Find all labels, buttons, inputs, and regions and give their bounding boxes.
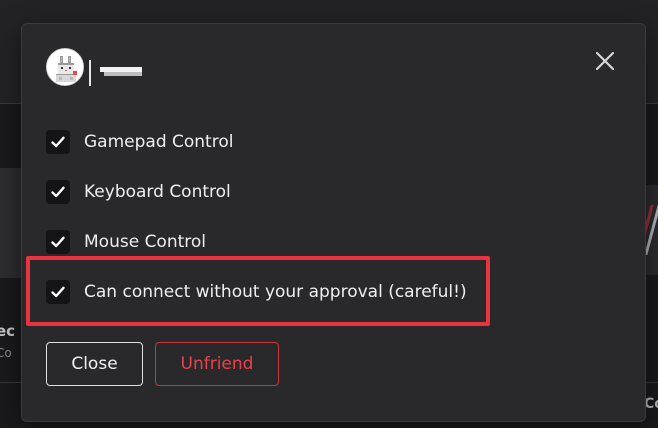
mouse-control-checkbox[interactable] bbox=[46, 230, 70, 254]
close-icon[interactable] bbox=[594, 50, 616, 72]
username-separator bbox=[89, 60, 91, 86]
close-button[interactable]: Close bbox=[46, 342, 143, 386]
friend-permissions-dialog: Gamepad Control Keyboard Control Mouse C… bbox=[21, 23, 646, 422]
pixel-bunny-avatar-icon bbox=[46, 48, 84, 86]
mouse-control-label: Mouse Control bbox=[84, 232, 207, 252]
checkmark-icon bbox=[51, 286, 65, 298]
connect-without-approval-checkbox[interactable] bbox=[46, 280, 70, 304]
checkmark-icon bbox=[51, 136, 65, 148]
keyboard-control-label: Keyboard Control bbox=[84, 182, 231, 202]
username-redacted bbox=[100, 67, 142, 76]
background-card-title: ec bbox=[0, 322, 16, 340]
option-mouse-control[interactable]: Mouse Control bbox=[46, 228, 206, 256]
gamepad-control-checkbox[interactable] bbox=[46, 130, 70, 154]
background-card-subtitle: Co bbox=[0, 346, 12, 360]
option-connect-without-approval[interactable]: Can connect without your approval (caref… bbox=[46, 278, 467, 306]
unfriend-button[interactable]: Unfriend bbox=[155, 342, 279, 386]
option-gamepad-control[interactable]: Gamepad Control bbox=[46, 128, 233, 156]
checkmark-icon bbox=[51, 186, 65, 198]
checkmark-icon bbox=[51, 236, 65, 248]
gamepad-control-label: Gamepad Control bbox=[84, 132, 234, 152]
keyboard-control-checkbox[interactable] bbox=[46, 180, 70, 204]
option-keyboard-control[interactable]: Keyboard Control bbox=[46, 178, 231, 206]
connect-without-approval-label: Can connect without your approval (caref… bbox=[84, 282, 467, 302]
